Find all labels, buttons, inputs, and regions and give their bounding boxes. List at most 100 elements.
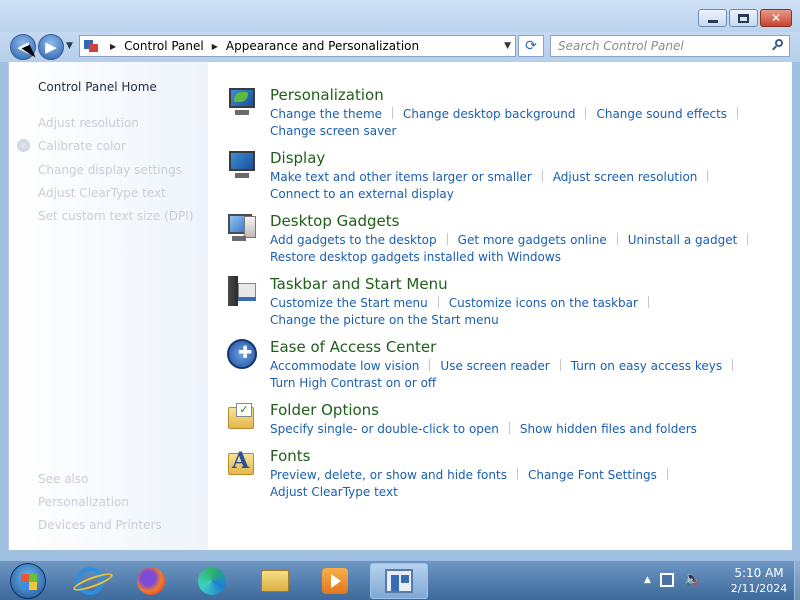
- search-icon[interactable]: [772, 39, 784, 51]
- link-show-hidden-files[interactable]: Show hidden files and folders: [520, 422, 697, 436]
- category-links: Make text and other items larger or smal…: [270, 169, 780, 203]
- taskbar-control-panel[interactable]: [370, 563, 428, 599]
- link-adjust-screen-resolution[interactable]: Adjust screen resolution: [553, 170, 698, 184]
- link-change-sound-effects[interactable]: Change sound effects: [596, 107, 727, 121]
- taskbar-firefox[interactable]: [125, 563, 177, 599]
- link-customize-taskbar-icons[interactable]: Customize icons on the taskbar: [449, 296, 638, 310]
- desktop-gadgets-icon[interactable]: [226, 212, 258, 244]
- display-icon[interactable]: [226, 149, 258, 181]
- minimize-button[interactable]: [698, 9, 727, 27]
- breadcrumb-appearance-personalization[interactable]: Appearance and Personalization: [226, 39, 419, 53]
- taskbar-internet-explorer[interactable]: [64, 563, 116, 599]
- breadcrumb-separator-icon[interactable]: ▶: [110, 42, 116, 51]
- link-divider: [666, 468, 668, 480]
- control-panel-icon: [84, 39, 100, 53]
- taskbar-media-player[interactable]: [309, 563, 361, 599]
- link-add-gadgets[interactable]: Add gadgets to the desktop: [270, 233, 437, 247]
- taskbar-windows-explorer[interactable]: [249, 563, 301, 599]
- breadcrumb-separator-icon[interactable]: ▶: [212, 42, 218, 51]
- close-button[interactable]: ✕: [760, 9, 792, 27]
- link-divider: [429, 359, 431, 371]
- see-also-personalization-link[interactable]: Personalization: [38, 495, 129, 509]
- link-make-text-larger[interactable]: Make text and other items larger or smal…: [270, 170, 532, 184]
- task-set-custom-text-size[interactable]: Set custom text size (DPI): [38, 209, 193, 223]
- see-also-heading: See also: [38, 472, 89, 486]
- link-customize-start-menu[interactable]: Customize the Start menu: [270, 296, 428, 310]
- firefox-icon: [137, 567, 165, 595]
- link-divider: [707, 170, 709, 182]
- category-links: Add gadgets to the desktop Get more gadge…: [270, 232, 780, 266]
- link-divider: [516, 468, 518, 480]
- address-bar[interactable]: ▶ Control Panel ▶ Appearance and Persona…: [79, 35, 516, 57]
- task-adjust-cleartype[interactable]: Adjust ClearType text: [38, 186, 166, 200]
- search-placeholder: Search Control Panel: [558, 39, 684, 53]
- task-adjust-resolution[interactable]: Adjust resolution: [38, 116, 139, 130]
- internet-explorer-icon: [76, 567, 104, 595]
- recent-pages-dropdown[interactable]: ▼: [66, 41, 73, 51]
- category-links: Preview, delete, or show and hide fonts C…: [270, 467, 780, 501]
- link-divider: [446, 233, 448, 245]
- link-change-theme[interactable]: Change the theme: [270, 107, 382, 121]
- link-divider: [747, 233, 749, 245]
- category-title[interactable]: Display: [270, 149, 325, 167]
- start-button[interactable]: [2, 563, 54, 599]
- refresh-button[interactable]: ⟳: [518, 35, 544, 57]
- link-single-double-click[interactable]: Specify single- or double-click to open: [270, 422, 499, 436]
- link-divider: [732, 359, 734, 371]
- link-divider: [392, 107, 394, 119]
- link-change-screen-saver[interactable]: Change screen saver: [270, 124, 397, 138]
- link-accommodate-low-vision[interactable]: Accommodate low vision: [270, 359, 419, 373]
- link-preview-fonts[interactable]: Preview, delete, or show and hide fonts: [270, 468, 507, 482]
- ease-of-access-icon[interactable]: ✚: [226, 338, 258, 370]
- category-title[interactable]: Desktop Gadgets: [270, 212, 399, 230]
- personalization-icon[interactable]: [226, 86, 258, 118]
- show-hidden-icons-button[interactable]: ▲: [644, 575, 651, 585]
- link-change-font-settings[interactable]: Change Font Settings: [528, 468, 657, 482]
- mute-indicator-icon: ✕: [692, 579, 700, 589]
- breadcrumb-control-panel[interactable]: Control Panel: [124, 39, 204, 53]
- category-title[interactable]: Ease of Access Center: [270, 338, 436, 356]
- link-divider: [437, 296, 439, 308]
- link-use-screen-reader[interactable]: Use screen reader: [440, 359, 549, 373]
- see-also-devices-printers-link[interactable]: Devices and Printers: [38, 518, 162, 532]
- link-connect-external-display[interactable]: Connect to an external display: [270, 187, 454, 201]
- link-divider: [585, 107, 587, 119]
- window-titlebar: ✕: [0, 0, 800, 32]
- control-panel-home-link[interactable]: Control Panel Home: [38, 80, 157, 94]
- link-uninstall-gadget[interactable]: Uninstall a gadget: [628, 233, 738, 247]
- windows-logo-icon: [10, 563, 46, 599]
- forward-button[interactable]: ▶: [38, 34, 64, 60]
- link-divider: [508, 422, 510, 434]
- category-title[interactable]: Taskbar and Start Menu: [270, 275, 448, 293]
- taskbar-start-menu-icon[interactable]: [226, 275, 258, 307]
- link-easy-access-keys[interactable]: Turn on easy access keys: [571, 359, 722, 373]
- system-tray: ▲ 🔈 ✕ 5:10 AM 2/11/2024: [640, 561, 800, 600]
- edge-icon: [198, 567, 226, 595]
- clock-date[interactable]: 2/11/2024: [724, 582, 794, 595]
- forward-arrow-icon: ▶: [45, 38, 57, 56]
- category-title[interactable]: Fonts: [270, 447, 310, 465]
- link-restore-gadgets[interactable]: Restore desktop gadgets installed with W…: [270, 250, 561, 264]
- link-divider: [647, 296, 649, 308]
- task-calibrate-color[interactable]: Calibrate color: [38, 139, 126, 153]
- clock-time[interactable]: 5:10 AM: [724, 566, 794, 580]
- fonts-icon[interactable]: A: [226, 447, 258, 479]
- link-change-desktop-background[interactable]: Change desktop background: [403, 107, 575, 121]
- show-desktop-button[interactable]: [794, 561, 800, 600]
- link-get-more-gadgets[interactable]: Get more gadgets online: [458, 233, 607, 247]
- network-icon[interactable]: [660, 573, 674, 587]
- left-task-pane: Control Panel Home Adjust resolution Cal…: [8, 62, 208, 550]
- maximize-button[interactable]: [729, 9, 758, 27]
- search-input[interactable]: Search Control Panel: [550, 35, 790, 57]
- category-links: Specify single- or double-click to open S…: [270, 421, 780, 438]
- address-dropdown-icon[interactable]: ▼: [504, 41, 511, 51]
- taskbar-edge[interactable]: [186, 563, 238, 599]
- link-high-contrast[interactable]: Turn High Contrast on or off: [270, 376, 436, 390]
- link-adjust-cleartype[interactable]: Adjust ClearType text: [270, 485, 398, 499]
- maximize-icon: [738, 13, 749, 23]
- task-change-display-settings[interactable]: Change display settings: [38, 163, 182, 177]
- link-change-start-menu-picture[interactable]: Change the picture on the Start menu: [270, 313, 499, 327]
- folder-options-icon[interactable]: ✓: [226, 401, 258, 433]
- category-title[interactable]: Folder Options: [270, 401, 379, 419]
- category-title[interactable]: Personalization: [270, 86, 384, 104]
